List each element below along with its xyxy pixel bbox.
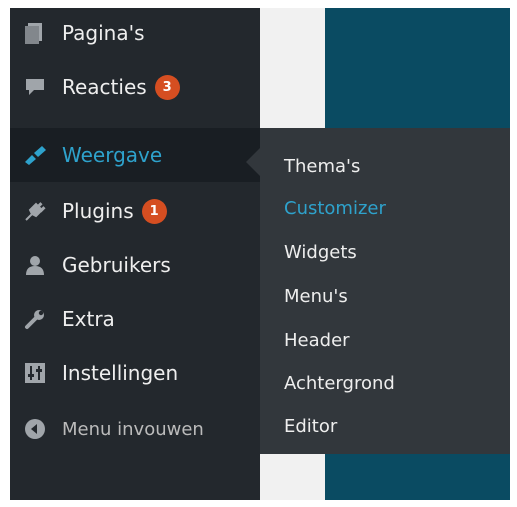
submenu-item-themes[interactable]: Thema's bbox=[284, 156, 360, 177]
wrench-icon bbox=[22, 306, 48, 332]
sidebar-item-label: Instellingen bbox=[62, 361, 179, 385]
sidebar-item-tools[interactable]: Extra bbox=[10, 294, 260, 344]
sidebar-item-plugins[interactable]: Plugins 1 bbox=[10, 186, 260, 236]
submenu-item-background[interactable]: Achtergrond bbox=[284, 373, 395, 394]
plugins-update-badge: 1 bbox=[141, 198, 167, 224]
sidebar-item-pages[interactable]: Pagina's bbox=[10, 8, 260, 58]
appearance-icon bbox=[22, 142, 48, 168]
sidebar-item-appearance[interactable]: Weergave bbox=[10, 128, 260, 182]
comments-count-badge: 3 bbox=[154, 74, 180, 100]
sidebar-item-label: Weergave bbox=[62, 143, 163, 167]
collapse-arrow-icon bbox=[22, 416, 48, 442]
collapse-menu-button[interactable]: Menu invouwen bbox=[10, 404, 260, 454]
pages-icon bbox=[22, 20, 48, 46]
admin-sidebar: Pagina's Reacties 3 Weergave Plugins 1 G… bbox=[10, 8, 260, 500]
sidebar-separator bbox=[10, 116, 260, 128]
sidebar-item-comments[interactable]: Reacties 3 bbox=[10, 62, 260, 112]
sidebar-item-users[interactable]: Gebruikers bbox=[10, 240, 260, 290]
settings-icon bbox=[22, 360, 48, 386]
sidebar-item-label: Extra bbox=[62, 307, 115, 331]
sidebar-item-label: Gebruikers bbox=[62, 253, 171, 277]
sidebar-item-label: Pagina's bbox=[62, 21, 145, 45]
sidebar-item-label: Reacties bbox=[62, 75, 147, 99]
submenu-pointer bbox=[246, 148, 260, 176]
submenu-item-widgets[interactable]: Widgets bbox=[284, 242, 357, 263]
comments-icon bbox=[22, 74, 48, 100]
collapse-menu-label: Menu invouwen bbox=[62, 418, 204, 440]
plugins-icon bbox=[22, 198, 48, 224]
admin-screen: Pagina's Reacties 3 Weergave Plugins 1 G… bbox=[10, 8, 510, 500]
sidebar-item-settings[interactable]: Instellingen bbox=[10, 348, 260, 398]
submenu-item-editor[interactable]: Editor bbox=[284, 416, 337, 437]
submenu-item-customizer[interactable]: Customizer bbox=[284, 198, 386, 219]
users-icon bbox=[22, 252, 48, 278]
submenu-item-menus[interactable]: Menu's bbox=[284, 286, 348, 307]
appearance-submenu: Thema's Customizer Widgets Menu's Header… bbox=[260, 128, 510, 454]
submenu-item-header[interactable]: Header bbox=[284, 330, 350, 351]
sidebar-item-label: Plugins bbox=[62, 199, 134, 223]
